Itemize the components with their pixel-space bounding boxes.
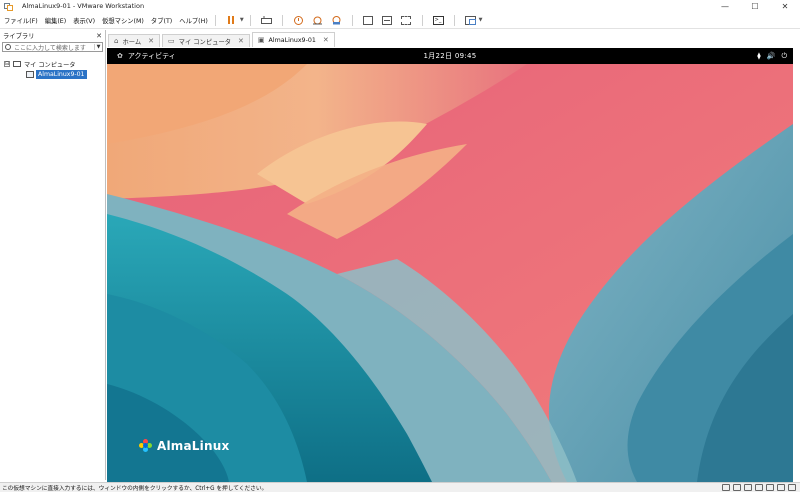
close-tab-icon[interactable]: ✕	[148, 37, 154, 45]
message-log-icon[interactable]	[788, 484, 796, 491]
power-dropdown-icon[interactable]: ▼	[240, 17, 244, 23]
network-icon: ⧫	[757, 52, 761, 60]
status-bar: この仮想マシンに直接入力するには、ウィンドウの内側をクリックするか、Ctrl+G…	[0, 482, 800, 492]
thumbnail-view-icon	[382, 15, 393, 25]
close-window-button[interactable]: ✕	[770, 0, 800, 12]
gnome-top-bar: ✿ アクティビティ 1月22日 09:45 ⧫ 🔊 ⏻	[107, 48, 793, 64]
terminal-icon: >_	[432, 15, 444, 25]
library-close-icon[interactable]: ✕	[96, 32, 102, 40]
title-bar: AlmaLinux9-01 - VMware Workstation — ☐ ✕	[0, 0, 800, 12]
search-placeholder: ここに入力して検索します	[14, 44, 86, 52]
tab-label: ホーム	[122, 38, 142, 46]
collapse-icon[interactable]: ⊟	[4, 61, 10, 67]
unity-dropdown-icon[interactable]: ▼	[479, 17, 483, 23]
toolbar-separator	[351, 14, 353, 26]
network-adapter-icon[interactable]	[744, 484, 752, 491]
menu-vm[interactable]: 仮想マシン(M)	[102, 16, 144, 25]
pause-icon	[228, 16, 235, 24]
menu-help[interactable]: ヘルプ(H)	[179, 16, 208, 25]
library-header: ライブラリ ✕	[0, 30, 105, 41]
snapshot-button[interactable]	[292, 14, 305, 27]
home-icon: ⌂	[114, 37, 119, 45]
maximize-button[interactable]: ☐	[740, 0, 770, 12]
tab-home[interactable]: ⌂ ホーム ✕	[108, 34, 161, 47]
tab-label: マイ コンピュータ	[178, 38, 232, 46]
tree-item-my-computer[interactable]: ⊟ マイ コンピュータ	[0, 59, 105, 69]
library-title: ライブラリ	[3, 33, 35, 40]
console-view-button[interactable]: >_	[432, 14, 445, 27]
unity-button[interactable]	[464, 14, 477, 27]
system-menu[interactable]: ⧫ 🔊 ⏻	[757, 48, 787, 64]
computer-icon	[13, 61, 21, 67]
tree-item-label: マイ コンピュータ	[24, 61, 76, 69]
tree-item-label: AlmaLinux9-01	[36, 69, 87, 79]
revert-snapshot-button[interactable]	[311, 14, 324, 27]
toolbar-separator	[249, 14, 251, 26]
minimize-button[interactable]: —	[710, 0, 740, 12]
toolbar-separator	[214, 14, 216, 26]
vmware-app-icon	[4, 2, 14, 11]
device-status-icons	[722, 484, 796, 491]
tree-item-vm[interactable]: AlmaLinux9-01	[0, 69, 105, 79]
almalinux-wordmark: AlmaLinux	[157, 439, 230, 453]
window-title: AlmaLinux9-01 - VMware Workstation	[22, 2, 145, 10]
toolbar-separator	[281, 14, 283, 26]
menu-tabs[interactable]: タブ(T)	[151, 16, 172, 25]
menu-toolbar: ファイル(F) 編集(E) 表示(V) 仮想マシン(M) タブ(T) ヘルプ(H…	[0, 12, 800, 29]
tab-label: AlmaLinux9-01	[268, 36, 316, 44]
almalinux-logo: AlmaLinux	[139, 439, 229, 453]
usb-icon[interactable]	[755, 484, 763, 491]
desktop-wallpaper[interactable]: AlmaLinux	[107, 64, 793, 482]
sound-card-icon[interactable]	[766, 484, 774, 491]
vm-console[interactable]: ✿ アクティビティ 1月22日 09:45 ⧫ 🔊 ⏻ AlmaLinux	[107, 48, 793, 482]
vm-icon	[26, 70, 34, 78]
library-panel: ライブラリ ✕ ここに入力して検索します ▼ ⊟ マイ コンピュータ AlmaL…	[0, 30, 106, 480]
tab-almalinux[interactable]: ▣ AlmaLinux9-01 ✕	[251, 32, 335, 47]
unity-icon	[464, 15, 476, 25]
wallpaper-graphic	[107, 64, 793, 482]
window-controls: — ☐ ✕	[710, 0, 800, 12]
search-dropdown-icon[interactable]: ▼	[94, 44, 102, 50]
snapshot-manager-button[interactable]	[330, 14, 343, 27]
snapshot-clock-icon	[293, 15, 303, 25]
keyboard-icon	[260, 15, 272, 24]
revert-snapshot-icon	[312, 16, 322, 24]
close-tab-icon[interactable]: ✕	[323, 36, 329, 44]
send-ctrl-alt-del-button[interactable]	[260, 14, 273, 27]
full-screen-icon	[401, 15, 412, 25]
almalinux-logo-icon	[139, 439, 153, 453]
tab-my-computer[interactable]: ▭ マイ コンピュータ ✕	[162, 34, 250, 47]
menu-view[interactable]: 表示(V)	[73, 16, 95, 25]
status-message: この仮想マシンに直接入力するには、ウィンドウの内側をクリックするか、Ctrl+G…	[2, 486, 268, 492]
vm-icon: ▣	[257, 36, 265, 44]
toolbar-separator	[453, 14, 455, 26]
tab-strip: ⌂ ホーム ✕ ▭ マイ コンピュータ ✕ ▣ AlmaLinux9-01 ✕	[106, 32, 800, 47]
show-library-button[interactable]	[362, 14, 375, 27]
volume-icon: 🔊	[766, 52, 776, 60]
hard-disk-icon[interactable]	[722, 484, 730, 491]
vm-tree: ⊟ マイ コンピュータ AlmaLinux9-01	[0, 59, 105, 79]
close-tab-icon[interactable]: ✕	[238, 37, 244, 45]
cd-dvd-icon[interactable]	[733, 484, 741, 491]
snapshot-manager-icon	[332, 15, 341, 24]
search-icon	[5, 44, 11, 50]
toolbar-separator	[421, 14, 423, 26]
menu-edit[interactable]: 編集(E)	[45, 16, 67, 25]
power-icon: ⏻	[781, 51, 787, 60]
full-screen-button[interactable]	[400, 14, 413, 27]
library-search-input[interactable]: ここに入力して検索します ▼	[2, 42, 103, 52]
library-view-icon	[363, 15, 374, 25]
thumbnail-bar-button[interactable]	[381, 14, 394, 27]
gnome-clock[interactable]: 1月22日 09:45	[107, 51, 793, 61]
monitor-icon: ▭	[168, 37, 175, 45]
menu-file[interactable]: ファイル(F)	[4, 16, 38, 25]
display-icon[interactable]	[777, 484, 785, 491]
suspend-button[interactable]	[225, 14, 238, 27]
